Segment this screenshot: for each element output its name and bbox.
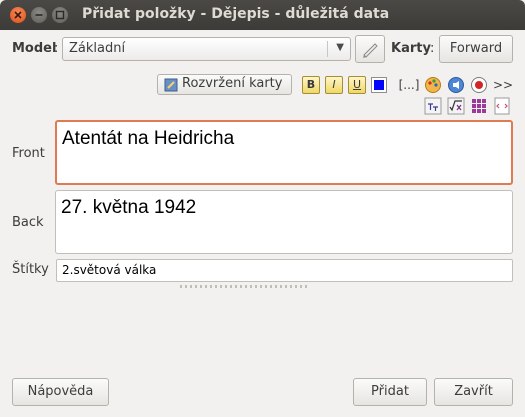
text-color-icon[interactable]	[371, 77, 387, 93]
tags-input[interactable]: 2.světová válka	[56, 259, 513, 282]
palette-icon[interactable]	[424, 76, 442, 94]
bold-button[interactable]: B	[302, 76, 320, 94]
cards-label: Karty	[391, 41, 431, 56]
attach-icon[interactable]	[447, 76, 465, 94]
model-select[interactable]: Základní ▼	[62, 37, 351, 61]
maximize-icon	[55, 10, 65, 20]
html-icon[interactable]	[493, 97, 511, 115]
help-button[interactable]: Nápověda	[12, 378, 109, 406]
table-icon[interactable]	[470, 97, 488, 115]
tags-input-value: 2.světová válka	[62, 263, 157, 277]
underline-button[interactable]: U	[348, 76, 366, 94]
dropdown-arrow-icon: ▼	[336, 42, 344, 53]
combo-separator	[327, 41, 328, 57]
field-label-back: Back	[12, 215, 44, 230]
cards-forward-button[interactable]: Forward	[439, 35, 513, 63]
math-icon[interactable]	[447, 97, 465, 115]
card-layout-button[interactable]: Rozvržení karty	[157, 74, 292, 95]
field-value-back: 27. května 1942	[61, 197, 197, 218]
add-button[interactable]: Přidat	[353, 378, 427, 406]
minimize-icon	[35, 14, 43, 16]
cards-label-colon: :	[430, 41, 435, 56]
model-label: Model	[12, 41, 57, 56]
tags-label: Štítky	[12, 262, 49, 277]
cloze-button[interactable]: [...]	[398, 76, 420, 94]
record-icon[interactable]	[470, 76, 488, 94]
close-window-button[interactable]	[10, 7, 26, 23]
more-button[interactable]: >>	[493, 76, 513, 94]
maximize-window-button[interactable]	[52, 7, 68, 23]
add-note-window: Přidat položky - Dějepis - důležitá data…	[0, 0, 525, 417]
card-layout-label: Rozvržení karty	[182, 76, 283, 91]
field-editor-back[interactable]: 27. května 1942	[55, 190, 513, 254]
model-label-colon: :	[54, 41, 59, 56]
minimize-window-button[interactable]	[31, 7, 47, 23]
title-bar: Přidat položky - Dějepis - důležitá data	[0, 0, 525, 30]
latex-icon[interactable]	[424, 97, 442, 115]
close-icon	[14, 11, 22, 19]
resize-grip[interactable]	[180, 285, 310, 288]
close-button[interactable]: Zavřít	[434, 378, 513, 406]
model-select-value: Základní	[69, 41, 126, 56]
field-editor-front[interactable]: Atentát na Heidricha	[55, 120, 513, 185]
card-layout-icon	[164, 78, 178, 92]
edit-model-button[interactable]	[355, 35, 385, 63]
field-value-front: Atentát na Heidricha	[62, 128, 235, 149]
field-label-front: Front	[12, 146, 45, 161]
italic-button[interactable]: I	[325, 76, 343, 94]
pencil-icon	[363, 43, 378, 58]
window-title: Přidat položky - Dějepis - důležitá data	[82, 6, 390, 22]
